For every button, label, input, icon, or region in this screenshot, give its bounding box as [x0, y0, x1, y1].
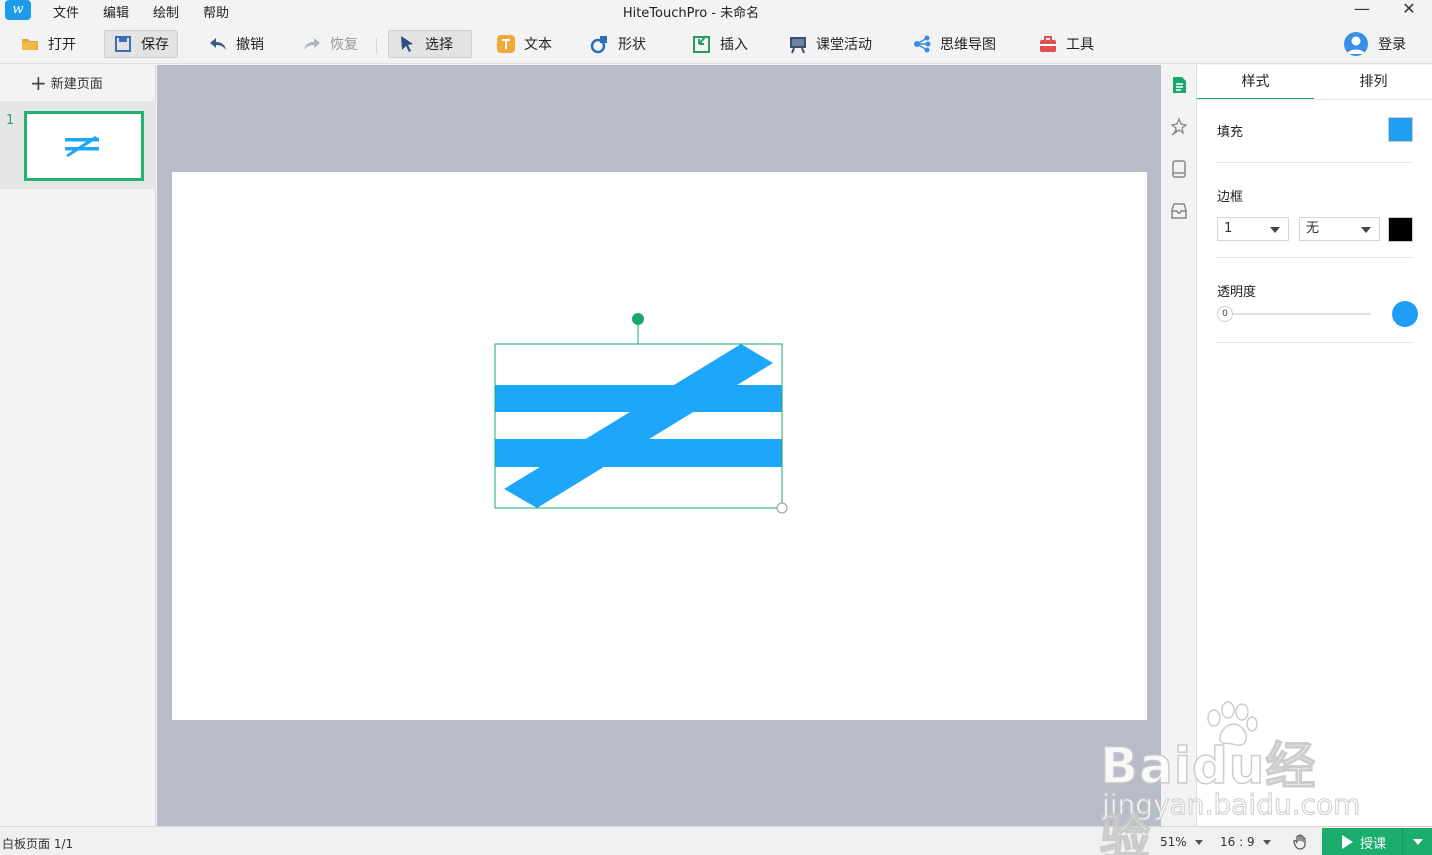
book-icon[interactable]	[1169, 159, 1189, 179]
toolbar-divider	[376, 38, 377, 54]
tab-style[interactable]: 样式	[1197, 65, 1314, 100]
status-bar: 白板页面 1/1 51% 16 : 9 授课	[0, 826, 1432, 855]
whiteboard-page[interactable]	[172, 172, 1147, 720]
play-icon	[1342, 835, 1353, 849]
select-button[interactable]: 选择	[388, 30, 472, 58]
opacity-slider[interactable]	[1219, 313, 1371, 315]
text-label: 文本	[524, 37, 552, 53]
close-icon[interactable]: ✕	[1394, 0, 1424, 20]
text-icon	[497, 35, 515, 53]
mind-map-button[interactable]: 思维导图	[904, 30, 1004, 58]
hand-icon[interactable]	[1292, 833, 1310, 851]
border-width-select[interactable]: 1	[1217, 217, 1289, 241]
resize-handle[interactable]	[776, 502, 788, 514]
border-color-picker[interactable]	[1388, 217, 1413, 242]
aspect-ratio-select[interactable]: 16 : 9	[1220, 835, 1271, 849]
shape-slash	[504, 344, 773, 508]
style-page-icon[interactable]	[1169, 75, 1189, 95]
shapes-icon	[590, 36, 607, 54]
opacity-slider-handle[interactable]: 0	[1217, 306, 1233, 322]
chevron-down-icon	[1262, 840, 1271, 845]
mind-map-label: 思维导图	[940, 37, 996, 53]
insert-button[interactable]: 插入	[684, 30, 756, 58]
page-list-item[interactable]: 1	[0, 101, 156, 189]
mind-map-icon	[914, 35, 931, 53]
blackboard-icon	[790, 37, 806, 54]
fill-color-picker[interactable]	[1388, 117, 1413, 142]
section-divider	[1217, 257, 1413, 258]
zoom-value: 51%	[1160, 835, 1187, 849]
chevron-down-icon	[1361, 227, 1371, 233]
minimize-icon[interactable]: —	[1347, 0, 1377, 20]
page-number: 1	[6, 113, 15, 128]
new-page-label: 新建页面	[50, 77, 103, 92]
folder-icon	[22, 39, 38, 50]
title-bar: w 文件 编辑 绘制 帮助 HiteTouchPro - 未命名 — ✕	[0, 0, 1432, 22]
cursor-arrow-icon	[401, 36, 413, 52]
zoom-select[interactable]: 51%	[1160, 835, 1203, 849]
teach-label: 授课	[1360, 836, 1387, 852]
redo-button[interactable]: 恢复	[294, 30, 366, 58]
save-label: 保存	[141, 37, 169, 53]
class-activity-label: 课堂活动	[816, 37, 872, 53]
tools-label: 工具	[1066, 37, 1094, 53]
animation-icon[interactable]	[1169, 117, 1189, 137]
pages-panel: + 新建页面 1	[0, 65, 156, 826]
open-label: 打开	[48, 37, 76, 53]
page-status: 白板页面 1/1	[2, 837, 74, 851]
redo-label: 恢复	[330, 37, 358, 53]
user-icon	[1347, 36, 1365, 54]
opacity-label: 透明度	[1217, 285, 1257, 300]
new-page-button[interactable]: + 新建页面	[30, 70, 103, 95]
save-icon	[115, 36, 131, 52]
toolbar: 打开 保存 撤销 恢复 选择 文本 形状 插入 课堂活动 思维导图 工具 登录	[0, 24, 1432, 64]
opacity-preview	[1392, 301, 1418, 327]
insert-icon	[693, 35, 710, 53]
select-label: 选择	[425, 37, 453, 53]
tab-divider	[1197, 99, 1432, 100]
avatar	[1344, 32, 1368, 56]
toolbox-icon	[1040, 36, 1056, 52]
section-divider	[1217, 342, 1413, 343]
property-panel: 样式 排列 填充 边框 1 无 透明度 0	[1197, 65, 1432, 826]
undo-label: 撤销	[236, 37, 264, 53]
insert-label: 插入	[720, 37, 748, 53]
border-style-select[interactable]: 无	[1299, 217, 1380, 241]
window-title: HiteTouchPro - 未命名	[622, 6, 760, 21]
border-width-value: 1	[1224, 221, 1233, 236]
section-divider	[1217, 162, 1413, 163]
class-activity-button[interactable]: 课堂活动	[780, 30, 880, 58]
selected-shape[interactable]	[482, 307, 802, 522]
undo-button[interactable]: 撤销	[200, 30, 272, 58]
fill-label: 填充	[1217, 125, 1244, 140]
teach-button[interactable]: 授课	[1322, 828, 1432, 855]
chevron-down-icon	[1194, 840, 1203, 845]
property-icon-strip	[1161, 65, 1197, 826]
login-label: 登录	[1378, 37, 1406, 53]
shape-button[interactable]: 形状	[582, 30, 654, 58]
text-button[interactable]: 文本	[488, 30, 560, 58]
rotation-handle[interactable]	[632, 313, 644, 325]
chevron-down-icon[interactable]	[1413, 839, 1423, 845]
tools-button[interactable]: 工具	[1030, 30, 1102, 58]
aspect-ratio-value: 16 : 9	[1220, 835, 1255, 849]
login-button[interactable]: 登录	[1344, 32, 1406, 56]
shape-label: 形状	[618, 37, 646, 53]
undo-icon	[210, 38, 226, 50]
page-thumbnail[interactable]	[24, 111, 144, 181]
archive-icon[interactable]	[1169, 201, 1189, 221]
chevron-down-icon	[1270, 227, 1280, 233]
plus-icon: +	[30, 70, 47, 95]
button-divider	[1402, 828, 1403, 855]
redo-icon	[304, 38, 320, 50]
canvas-area[interactable]	[157, 65, 1161, 826]
tab-arrange[interactable]: 排列	[1315, 65, 1432, 100]
open-button[interactable]: 打开	[12, 30, 84, 58]
save-button[interactable]: 保存	[104, 30, 178, 58]
border-label: 边框	[1217, 190, 1244, 205]
thumbnail-not-equal-icon	[65, 136, 99, 157]
border-style-value: 无	[1306, 221, 1320, 236]
